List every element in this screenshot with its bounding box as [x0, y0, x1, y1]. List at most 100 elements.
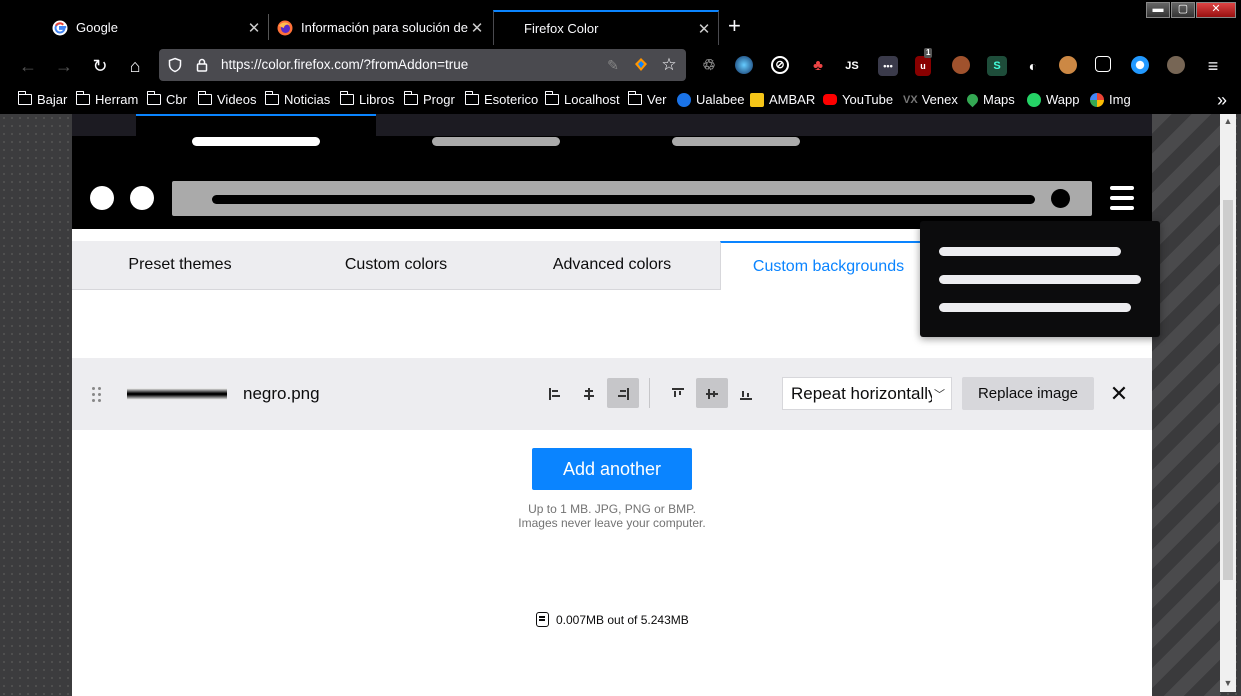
- storage-usage-text: 0.007MB out of 5.243MB: [556, 612, 689, 627]
- tab-firefox-color[interactable]: Firefox Color ✕: [493, 10, 719, 45]
- bookmark-label: Progr: [423, 92, 455, 107]
- add-another-button[interactable]: Add another: [532, 448, 692, 490]
- close-icon[interactable]: ✕: [246, 19, 262, 37]
- preview-url-text: [212, 195, 1035, 204]
- compass-icon[interactable]: ⊘: [771, 56, 789, 74]
- firefox-color-icon[interactable]: [633, 57, 649, 73]
- url-text: https://color.firefox.com/?fromAddon=tru…: [221, 57, 469, 72]
- minimize-button[interactable]: ▬: [1146, 2, 1170, 18]
- bookmark-folder[interactable]: Noticias: [264, 91, 330, 107]
- bookmark-star-icon[interactable]: ☆: [661, 56, 677, 73]
- storage-usage: 0.007MB out of 5.243MB: [536, 612, 689, 627]
- new-tab-icon[interactable]: +: [728, 14, 741, 38]
- bookmark-folder[interactable]: Cbr: [146, 91, 187, 107]
- scroll-down-icon[interactable]: ▼: [1220, 678, 1236, 688]
- lock-icon[interactable]: [194, 57, 210, 73]
- scrollbar[interactable]: ▲ ▼: [1220, 114, 1236, 692]
- note-edit-icon[interactable]: [1095, 56, 1111, 72]
- tab-custom-backgrounds[interactable]: Custom backgrounds: [720, 241, 936, 290]
- bookmark-folder[interactable]: Libros: [339, 91, 394, 107]
- align-center-horizontal-icon[interactable]: [573, 378, 605, 408]
- scroll-up-icon[interactable]: ▲: [1220, 116, 1236, 126]
- edit-icon[interactable]: ✎: [605, 57, 621, 73]
- blue-circle-icon[interactable]: [1131, 56, 1149, 74]
- forward-icon[interactable]: →: [52, 54, 76, 78]
- align-right-icon[interactable]: [607, 378, 639, 408]
- tab-google[interactable]: Google ✕: [52, 10, 262, 45]
- folder-icon: [544, 91, 559, 105]
- chevron-double-right-icon[interactable]: »: [1217, 90, 1227, 111]
- folder-icon: [75, 91, 90, 105]
- bookmark-label: YouTube: [842, 92, 894, 107]
- bookmark-label: Wapp: [1046, 92, 1080, 107]
- align-bottom-icon[interactable]: [730, 378, 762, 408]
- bookmark-folder[interactable]: Videos: [197, 91, 257, 107]
- privacy-hint: Images never leave your computer.: [518, 516, 706, 530]
- preview-back-button: [90, 186, 114, 210]
- bookmark-folder[interactable]: Progr: [403, 91, 455, 107]
- bookmark-folder[interactable]: Esoterico: [464, 91, 538, 107]
- preview-popup: [920, 221, 1160, 337]
- firefox-icon: [277, 20, 293, 35]
- tab-title: Google: [76, 20, 118, 35]
- folder-icon: [146, 91, 161, 105]
- dots-icon[interactable]: •••: [878, 56, 898, 76]
- recycle-icon[interactable]: ♲: [699, 56, 719, 76]
- bookmark-label: AMBAR: [769, 92, 816, 107]
- preview-tab-text: [672, 137, 800, 146]
- avatar-icon[interactable]: [1167, 56, 1185, 74]
- bookmark-wapp[interactable]: Wapp: [1027, 92, 1079, 107]
- background-pattern: [1152, 114, 1220, 696]
- menu-icon[interactable]: ≡: [1201, 54, 1225, 78]
- align-top-icon[interactable]: [662, 378, 694, 408]
- preview-tab-text: [192, 137, 320, 146]
- preview-forward-button: [130, 186, 154, 210]
- scrollbar-thumb[interactable]: [1223, 200, 1233, 580]
- align-middle-icon[interactable]: [696, 378, 728, 408]
- bookmark-ambar[interactable]: AMBAR: [750, 92, 815, 107]
- globe-icon[interactable]: [735, 56, 753, 74]
- bookmark-youtube[interactable]: YouTube: [823, 92, 893, 107]
- tab-firefox-support[interactable]: Información para solución de pr ✕: [277, 10, 485, 45]
- cookie-icon[interactable]: [952, 56, 970, 74]
- close-icon[interactable]: ✕: [696, 20, 712, 38]
- bookmark-label: Maps: [983, 92, 1015, 107]
- repeat-select-value: Repeat horizontally: [791, 384, 937, 403]
- maps-pin-icon: [964, 91, 981, 108]
- image-thumbnail: [127, 388, 227, 400]
- drag-handle-icon[interactable]: [90, 385, 104, 405]
- replace-image-button[interactable]: Replace image: [962, 377, 1094, 410]
- bookmarks-bar: Bajar Herram Cbr Videos Noticias Libros …: [0, 87, 1241, 113]
- back-icon[interactable]: ←: [16, 54, 40, 78]
- bookmark-folder[interactable]: Herram: [75, 91, 138, 107]
- close-icon[interactable]: ✕: [469, 19, 485, 37]
- url-bar[interactable]: https://color.firefox.com/?fromAddon=tru…: [159, 49, 686, 81]
- bookmark-folder[interactable]: Localhost: [544, 91, 620, 107]
- js-icon[interactable]: JS: [842, 56, 862, 76]
- bookmark-maps[interactable]: Maps: [964, 91, 1015, 108]
- tab-preset-themes[interactable]: Preset themes: [72, 241, 288, 290]
- align-left-icon[interactable]: [539, 378, 571, 408]
- reload-icon[interactable]: ↻: [88, 54, 112, 78]
- navigation-toolbar: ← → ↻ ⌂ https://color.firefox.com/?fromA…: [0, 45, 1241, 87]
- bookmark-folder[interactable]: Ver: [627, 91, 667, 107]
- maximize-button[interactable]: ▢: [1171, 2, 1195, 18]
- bookmark-folder[interactable]: Bajar: [17, 91, 67, 107]
- repeat-select[interactable]: Repeat horizontally ﹀: [782, 377, 952, 410]
- firefox-color-app: Preset themes Custom colors Advanced col…: [72, 114, 1152, 696]
- ublock-icon[interactable]: u 1: [915, 48, 933, 76]
- folder-icon: [264, 91, 279, 105]
- close-window-button[interactable]: ✕: [1196, 2, 1236, 18]
- bookmark-img[interactable]: Img: [1090, 92, 1131, 107]
- s-icon[interactable]: S: [987, 56, 1007, 76]
- tree-icon[interactable]: ♣: [808, 56, 828, 76]
- remove-image-button[interactable]: ✕: [1107, 377, 1131, 410]
- tab-advanced-colors[interactable]: Advanced colors: [504, 241, 720, 290]
- tab-custom-colors[interactable]: Custom colors: [288, 241, 504, 290]
- bookmark-ualabee[interactable]: Ualabee: [677, 92, 744, 107]
- home-icon[interactable]: ⌂: [123, 54, 147, 78]
- monkey-icon[interactable]: [1059, 56, 1077, 74]
- cow-icon[interactable]: ◐: [1023, 56, 1043, 76]
- bookmark-venex[interactable]: VX Venex: [903, 92, 958, 107]
- shield-icon[interactable]: [167, 57, 183, 73]
